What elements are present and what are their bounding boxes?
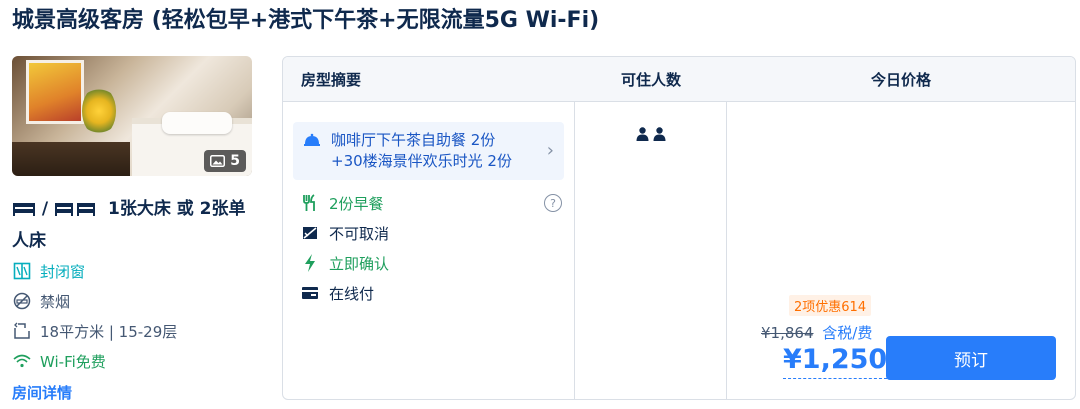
area-icon xyxy=(12,321,32,341)
package-instant-confirm: 立即确认 xyxy=(293,248,564,278)
room-title: 城景高级客房 (轻松包早+港式下午茶+无限流量5G Wi-Fi) xyxy=(12,8,600,33)
person-icon xyxy=(636,126,649,399)
flower-vase xyxy=(82,86,116,136)
card-icon xyxy=(301,287,319,299)
no-cancel-icon xyxy=(301,226,319,240)
package-promo[interactable]: 咖啡厅下午茶自助餐 2份 +30楼海景伴欢乐时光 2份 › xyxy=(293,122,564,180)
original-price: ¥1,864 xyxy=(761,324,814,342)
room-info-panel: 5 / 1张大床 或 2张单人床 封闭窗 禁烟 18平方米 | 15-29层 W… xyxy=(12,56,252,404)
price-cell: 2项优惠614 ¥1,864 含税/费 ¥1,250 预订 xyxy=(727,102,1075,399)
bed-separator: / xyxy=(41,199,49,219)
wifi-icon xyxy=(12,351,32,371)
book-button[interactable]: 预订 xyxy=(886,336,1056,380)
rate-table: 房型摘要 可住人数 今日价格 咖啡厅下午茶自助餐 2份 +30楼海景伴欢乐时光 … xyxy=(282,56,1076,400)
package-online-pay: 在线付 xyxy=(293,278,564,308)
person-icon xyxy=(653,126,666,399)
header-occupancy: 可住人数 xyxy=(620,70,681,89)
tax-note[interactable]: 含税/费 xyxy=(822,324,872,342)
dining-bell-icon xyxy=(303,130,321,172)
breakfast-icon xyxy=(301,194,319,212)
feature-area-floor: 18平方米 | 15-29层 xyxy=(12,316,252,346)
lightning-icon xyxy=(301,254,319,272)
double-bed-icon xyxy=(12,196,36,226)
promo-line-2: +30楼海景伴欢乐时光 2份 xyxy=(331,152,512,170)
image-icon xyxy=(210,155,226,167)
photo-count: 5 xyxy=(230,153,240,169)
package-breakfast: 2份早餐 ? xyxy=(293,188,564,218)
header-summary: 房型摘要 xyxy=(301,70,362,89)
current-price[interactable]: ¥1,250 xyxy=(783,342,888,379)
header-price: 今日价格 xyxy=(870,70,931,89)
package-no-cancel: 不可取消 xyxy=(293,218,564,248)
feature-window: 封闭窗 xyxy=(12,256,252,286)
window-icon xyxy=(12,261,32,281)
feature-no-smoking: 禁烟 xyxy=(12,286,252,316)
room-photo[interactable]: 5 xyxy=(12,56,252,176)
rate-row: 咖啡厅下午茶自助餐 2份 +30楼海景伴欢乐时光 2份 › 2份早餐 ? 不可取… xyxy=(283,102,1075,399)
twin-bed-icon xyxy=(54,196,96,226)
chevron-right-icon: › xyxy=(546,140,554,161)
original-price-line: ¥1,864 含税/费 xyxy=(761,322,872,343)
help-icon[interactable]: ? xyxy=(544,194,562,212)
occupancy-cell xyxy=(575,102,727,399)
wall-painting xyxy=(26,60,84,124)
discount-tag[interactable]: 2项优惠614 xyxy=(789,295,872,316)
bed-text: 1张大床 或 2张单人床 xyxy=(12,199,246,251)
photo-count-badge[interactable]: 5 xyxy=(204,150,246,172)
feature-wifi: Wi-Fi免费 xyxy=(12,346,252,376)
rate-table-header: 房型摘要 可住人数 今日价格 xyxy=(283,57,1075,102)
rate-summary-cell: 咖啡厅下午茶自助餐 2份 +30楼海景伴欢乐时光 2份 › 2份早餐 ? 不可取… xyxy=(283,102,575,399)
bed-type: / 1张大床 或 2张单人床 xyxy=(12,194,252,256)
room-details-link[interactable]: 房间详情 xyxy=(12,382,252,404)
no-smoking-icon xyxy=(12,291,32,311)
pillow xyxy=(162,112,232,134)
furniture xyxy=(12,142,130,176)
promo-line-1: 咖啡厅下午茶自助餐 2份 xyxy=(331,131,496,149)
